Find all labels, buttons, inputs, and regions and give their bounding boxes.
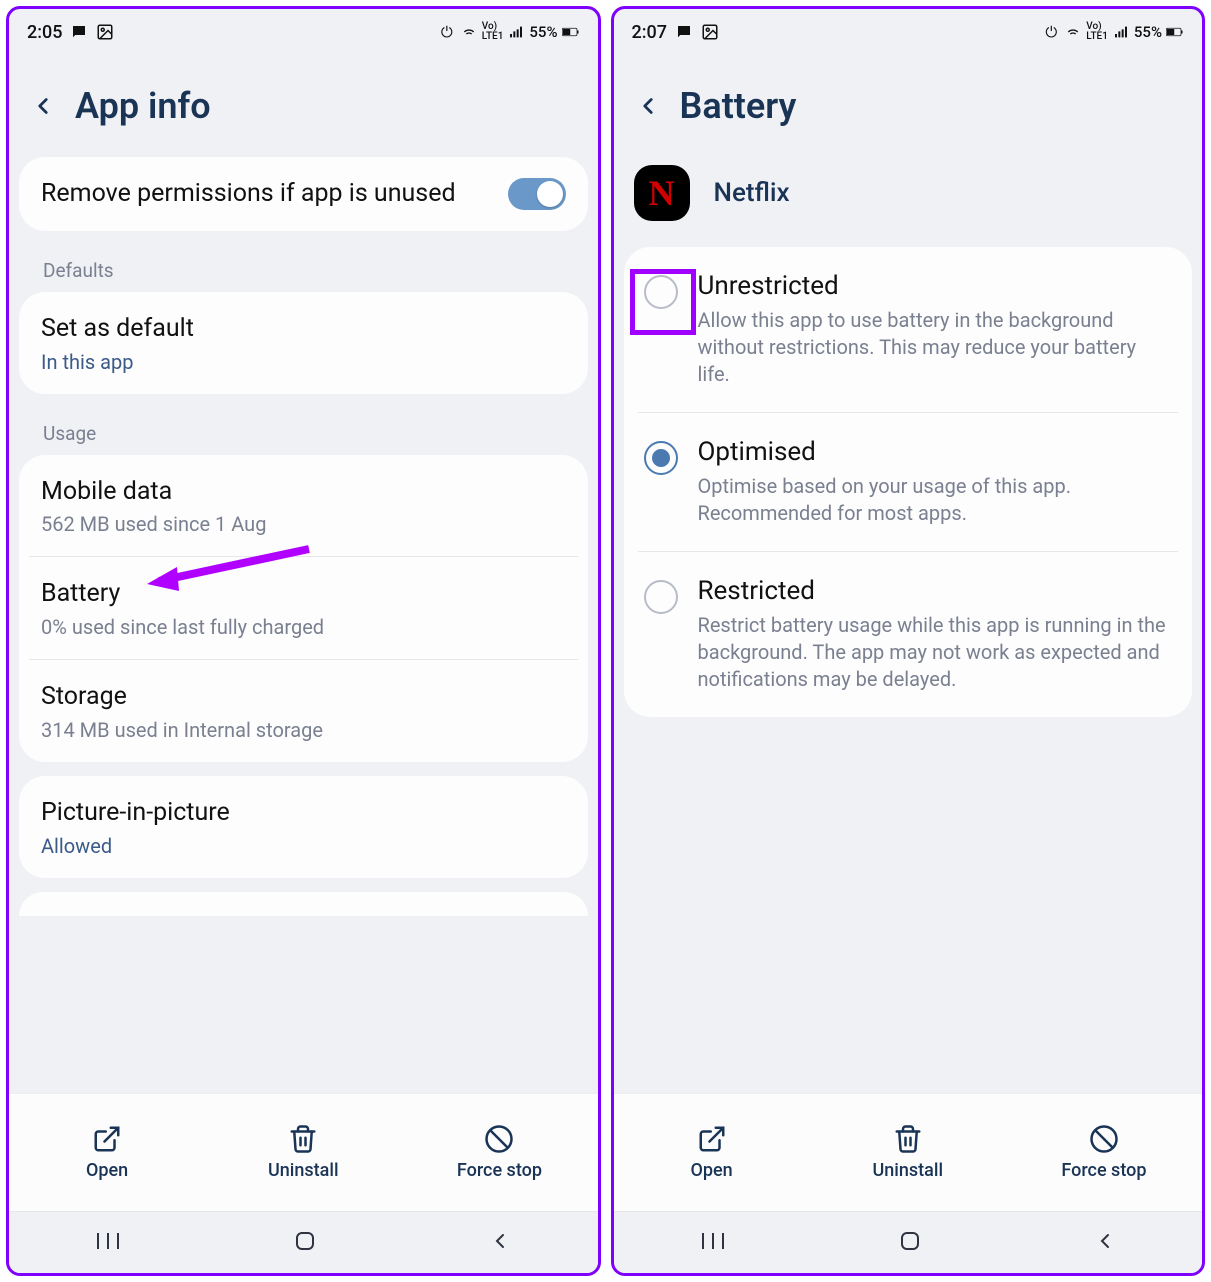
action-bar: Open Uninstall Force stop [9,1093,598,1211]
battery-options-card: Unrestricted Allow this app to use batte… [624,247,1193,717]
battery-title: Battery [41,577,566,611]
set-as-default-sub: In this app [41,350,566,374]
netflix-app-icon: N [634,165,690,221]
chat-icon [70,25,88,39]
battery-saver-icon: ⏻ [1042,25,1060,39]
signal-icon [507,25,525,39]
unrestricted-title: Unrestricted [698,271,1173,301]
battery-icon [562,25,580,39]
recents-nav-icon[interactable] [699,1231,727,1255]
volte-icon: Vo)LTE1 [1086,22,1108,42]
remove-permissions-card: Remove permissions if app is unused [19,157,588,231]
back-nav-icon[interactable] [488,1229,512,1257]
chat-icon [675,25,693,39]
optimised-title: Optimised [698,437,1173,467]
wifi-icon [460,25,478,39]
page-header: Battery [614,55,1203,157]
phone-left: 2:05 ⏻ Vo)LTE1 55% App i [6,6,601,1276]
storage-title: Storage [41,680,566,714]
restricted-desc: Restrict battery usage while this app is… [698,612,1173,693]
unrestricted-desc: Allow this app to use battery in the bac… [698,307,1173,388]
nav-bar [614,1211,1203,1273]
remove-permissions-row[interactable]: Remove permissions if app is unused [19,157,588,231]
pip-row[interactable]: Picture-in-picture Allowed [19,776,588,878]
battery-percent: 55% [529,23,557,41]
pip-title: Picture-in-picture [41,796,566,830]
mobile-data-row[interactable]: Mobile data 562 MB used since 1 Aug [19,455,588,557]
next-card-peek [19,892,588,916]
trash-icon [288,1124,318,1154]
trash-icon [893,1124,923,1154]
stop-icon [1089,1124,1119,1154]
unrestricted-option[interactable]: Unrestricted Allow this app to use batte… [624,247,1193,412]
home-nav-icon[interactable] [898,1229,922,1257]
optimised-desc: Optimise based on your usage of this app… [698,473,1173,527]
battery-icon [1166,25,1184,39]
remove-permissions-label: Remove permissions if app is unused [41,177,508,211]
status-time: 2:05 [27,22,62,43]
force-stop-label: Force stop [1061,1160,1146,1181]
app-row: N Netflix [614,157,1203,247]
stop-icon [484,1124,514,1154]
wifi-icon [1064,25,1082,39]
signal-icon [1112,25,1130,39]
radio-optimised[interactable] [644,441,678,475]
phone-right: 2:07 ⏻ Vo)LTE1 55% Batte [611,6,1206,1276]
back-icon[interactable] [29,92,57,120]
set-as-default-title: Set as default [41,312,566,346]
storage-row[interactable]: Storage 314 MB used in Internal storage [29,659,578,762]
usage-card: Mobile data 562 MB used since 1 Aug Batt… [19,455,588,762]
open-label: Open [86,1160,128,1181]
pip-card: Picture-in-picture Allowed [19,776,588,878]
page-title: Battery [680,85,797,127]
open-button[interactable]: Open [614,1094,810,1211]
mobile-data-sub: 562 MB used since 1 Aug [41,512,566,536]
open-icon [92,1124,122,1154]
uninstall-label: Uninstall [268,1160,339,1181]
uninstall-button[interactable]: Uninstall [810,1094,1006,1211]
back-nav-icon[interactable] [1093,1229,1117,1257]
volte-icon: Vo)LTE1 [482,22,504,42]
action-bar: Open Uninstall Force stop [614,1093,1203,1211]
status-time: 2:07 [632,22,667,43]
app-name: Netflix [714,178,790,208]
force-stop-button[interactable]: Force stop [401,1094,597,1211]
back-icon[interactable] [634,92,662,120]
status-bar: 2:05 ⏻ Vo)LTE1 55% [9,9,598,55]
open-icon [697,1124,727,1154]
set-as-default-row[interactable]: Set as default In this app [19,292,588,394]
force-stop-button[interactable]: Force stop [1006,1094,1202,1211]
uninstall-button[interactable]: Uninstall [205,1094,401,1211]
status-bar: 2:07 ⏻ Vo)LTE1 55% [614,9,1203,55]
uninstall-label: Uninstall [872,1160,943,1181]
image-icon [96,25,114,39]
storage-sub: 314 MB used in Internal storage [41,718,566,742]
pip-sub: Allowed [41,834,566,858]
defaults-card: Set as default In this app [19,292,588,394]
force-stop-label: Force stop [457,1160,542,1181]
highlight-annotation [630,269,696,335]
page-title: App info [75,85,211,127]
mobile-data-title: Mobile data [41,475,566,509]
restricted-title: Restricted [698,576,1173,606]
page-header: App info [9,55,598,157]
remove-permissions-toggle[interactable] [508,178,566,210]
nav-bar [9,1211,598,1273]
restricted-option[interactable]: Restricted Restrict battery usage while … [638,551,1179,717]
battery-row[interactable]: Battery 0% used since last fully charged [29,556,578,659]
battery-saver-icon: ⏻ [438,25,456,39]
open-label: Open [690,1160,732,1181]
optimised-option[interactable]: Optimised Optimise based on your usage o… [638,412,1179,551]
open-button[interactable]: Open [9,1094,205,1211]
image-icon [701,25,719,39]
defaults-section-label: Defaults [19,245,588,292]
battery-percent: 55% [1134,23,1162,41]
recents-nav-icon[interactable] [94,1231,122,1255]
home-nav-icon[interactable] [293,1229,317,1257]
usage-section-label: Usage [19,408,588,455]
battery-sub: 0% used since last fully charged [41,615,566,639]
radio-restricted[interactable] [644,580,678,614]
